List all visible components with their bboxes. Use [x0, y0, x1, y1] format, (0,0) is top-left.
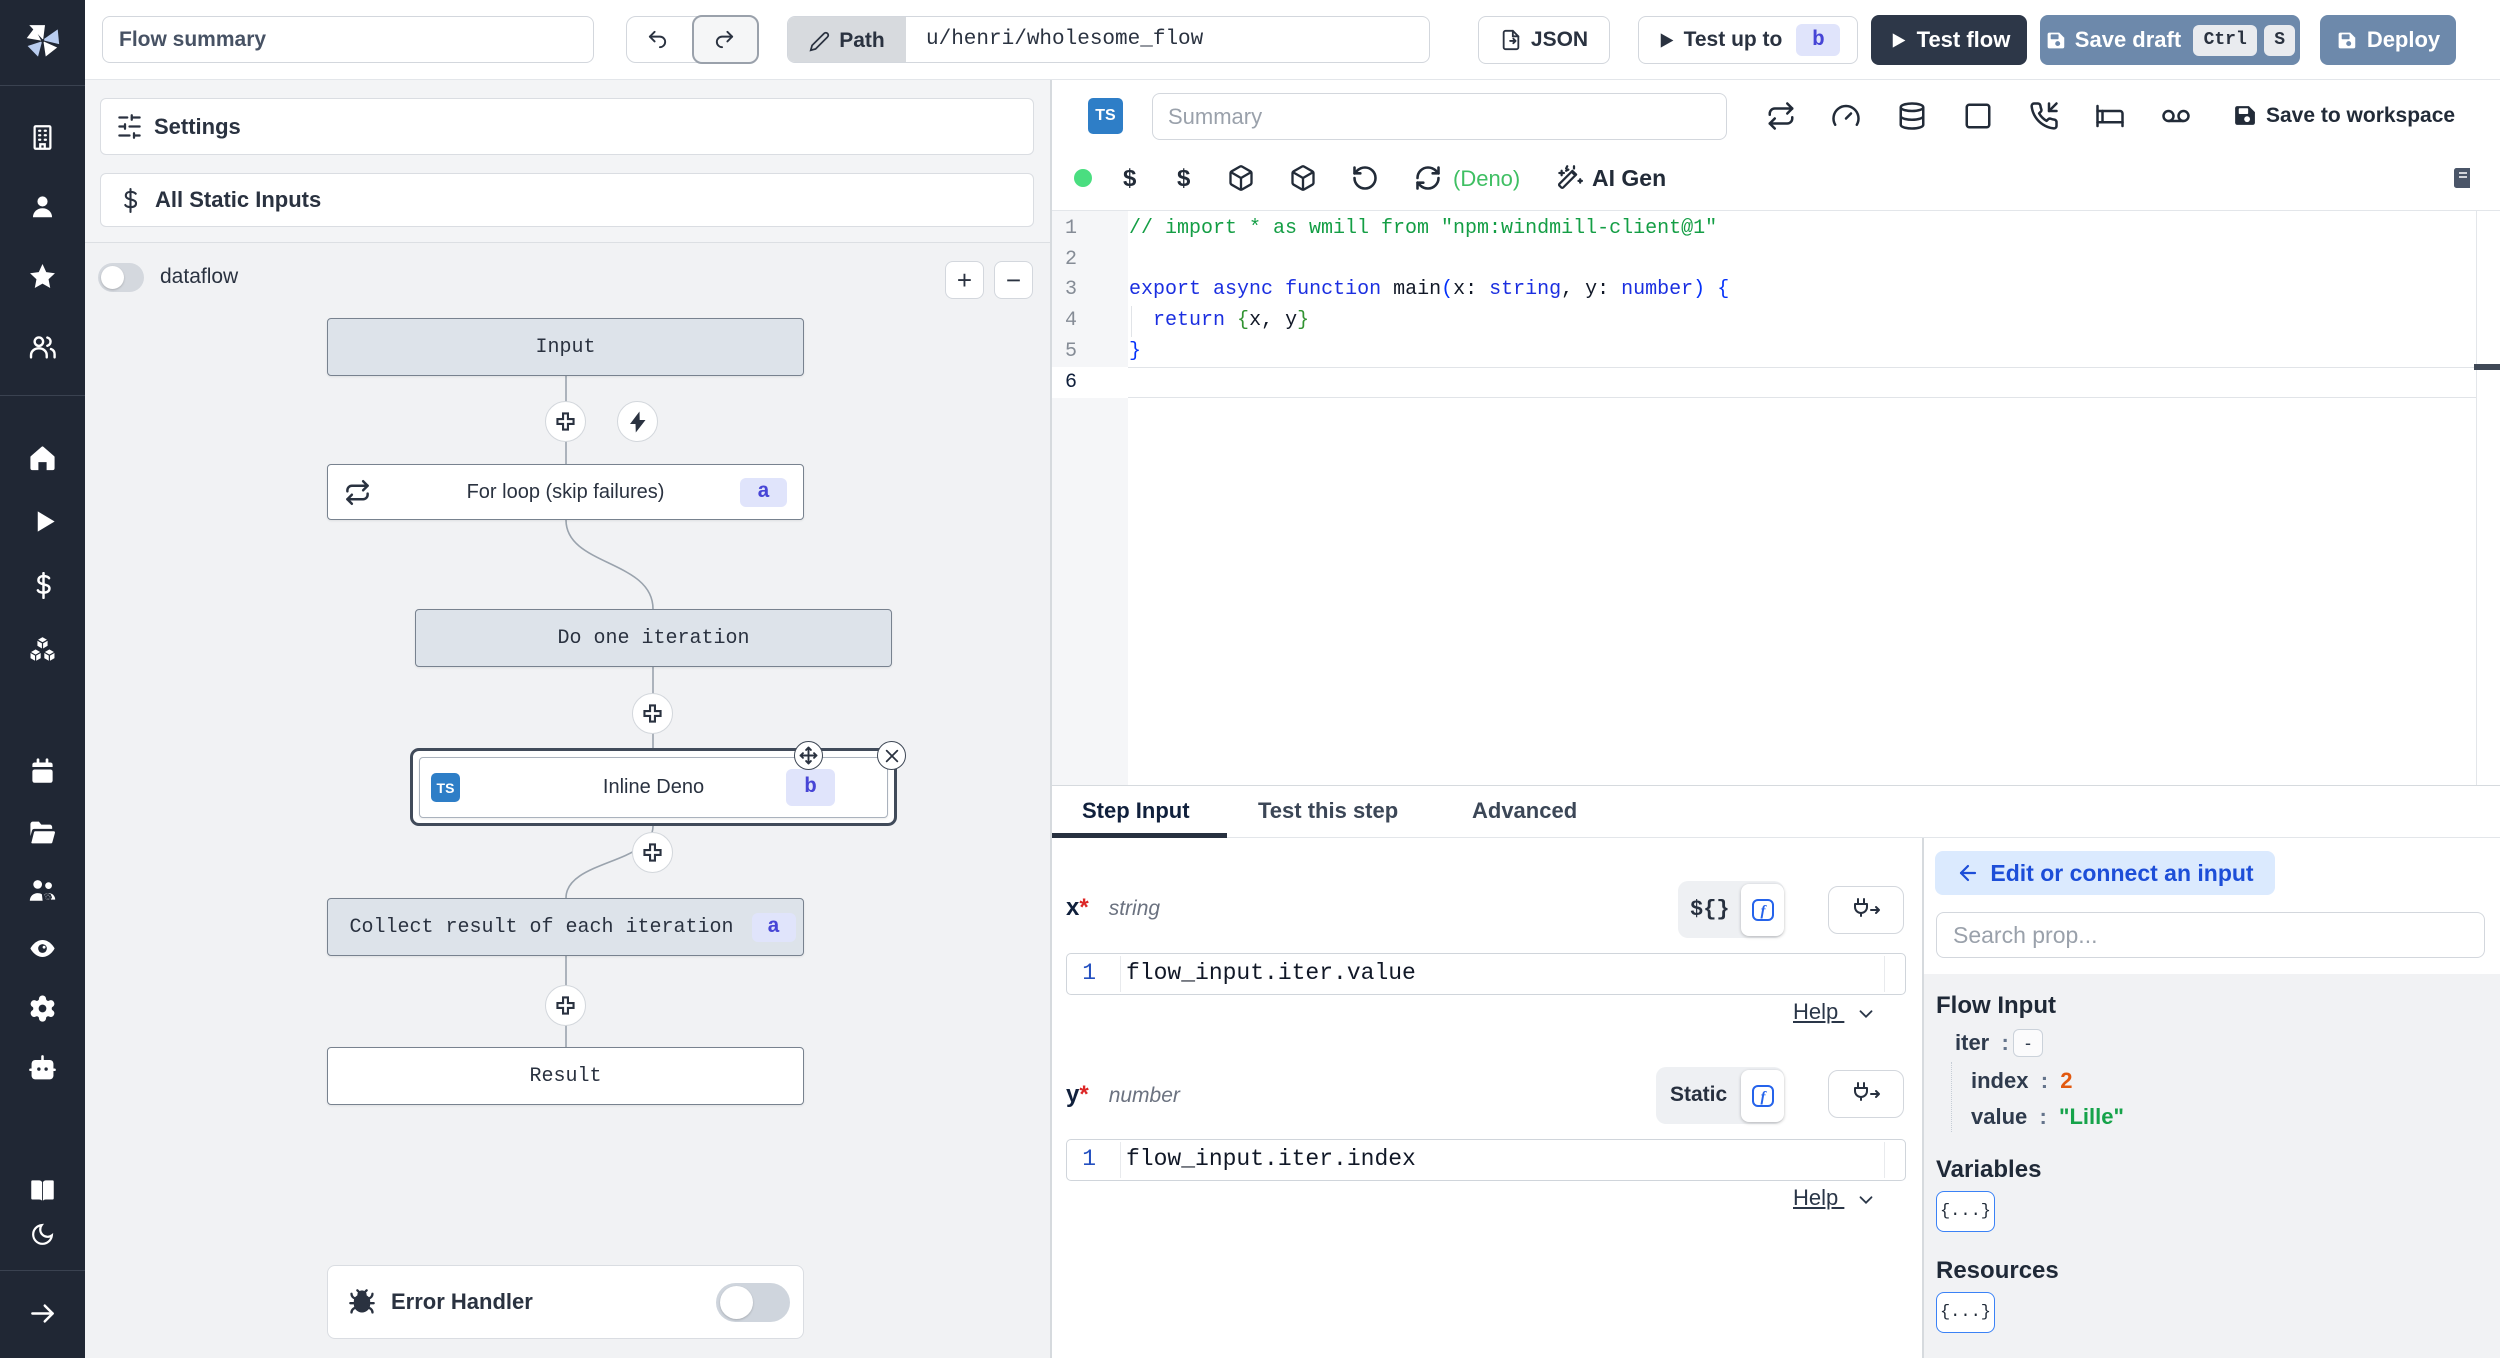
svg-text:f: f	[1760, 904, 1767, 920]
svg-text:f: f	[1760, 1090, 1767, 1106]
